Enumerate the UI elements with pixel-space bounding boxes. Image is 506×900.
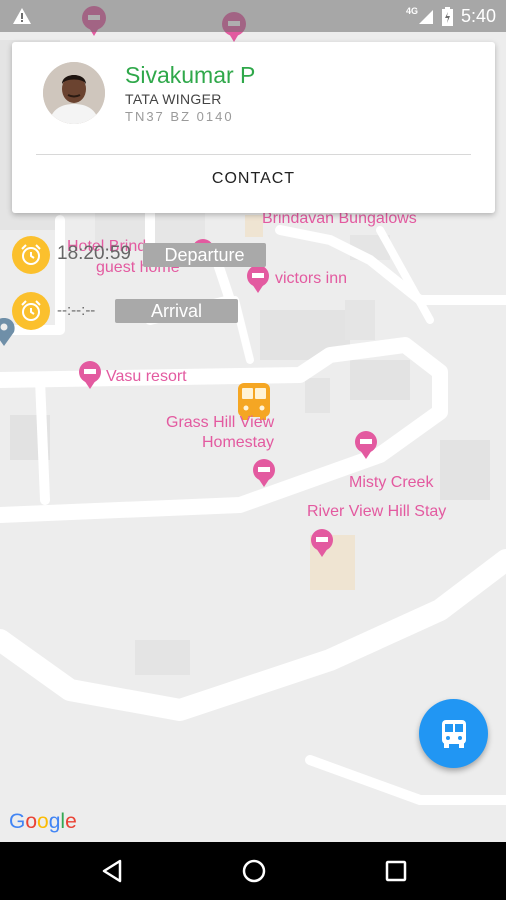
departure-time: 18:20:59 xyxy=(57,243,131,264)
status-bar: 4G 5:40 xyxy=(0,0,506,32)
recents-button[interactable] xyxy=(382,857,410,885)
driver-card: Sivakumar P TATA WINGER TN37 BZ 0140 CON… xyxy=(12,42,495,213)
bus-icon xyxy=(441,719,466,748)
map-label-grass-hill[interactable]: Grass Hill View xyxy=(166,414,274,432)
back-triangle-icon xyxy=(102,859,122,883)
departure-label: Departure xyxy=(143,243,266,267)
battery-icon xyxy=(441,6,453,26)
map-label-river-view[interactable]: River View Hill Stay xyxy=(307,503,446,521)
driver-avatar xyxy=(43,62,105,124)
alarm-clock-icon xyxy=(12,236,50,274)
navigation-bar xyxy=(0,842,506,900)
home-circle-icon xyxy=(242,859,266,883)
card-divider xyxy=(36,154,471,155)
google-logo: Google xyxy=(9,809,79,839)
vehicle-model: TATA WINGER xyxy=(125,91,222,107)
bus-fab-button[interactable] xyxy=(419,699,488,768)
contact-button[interactable]: CONTACT xyxy=(12,170,495,188)
arrival-time: --:--:-- xyxy=(57,302,96,319)
map-label-homestay[interactable]: Homestay xyxy=(202,434,274,452)
signal-icon xyxy=(418,10,433,24)
back-button[interactable] xyxy=(98,857,126,885)
driver-name: Sivakumar P xyxy=(125,62,256,88)
network-type: 4G xyxy=(405,6,418,16)
arrival-row: --:--:-- Arrival xyxy=(12,292,242,330)
map-label-victors-inn[interactable]: victors inn xyxy=(275,270,347,288)
status-time: 5:40 xyxy=(460,5,496,26)
map-label-misty-creek[interactable]: Misty Creek xyxy=(349,474,433,492)
departure-row: 18:20:59 Departure xyxy=(12,236,272,274)
plate-number: TN37 BZ 0140 xyxy=(125,109,234,124)
google-logo-mark: Google xyxy=(9,810,77,833)
map-label-vasu-resort[interactable]: Vasu resort xyxy=(106,368,187,386)
recents-square-icon xyxy=(385,860,407,882)
home-button[interactable] xyxy=(240,857,268,885)
svg-text:Google: Google xyxy=(9,810,77,833)
arrival-label: Arrival xyxy=(115,299,238,323)
alarm-clock-icon xyxy=(12,292,50,330)
warning-icon xyxy=(13,8,31,24)
